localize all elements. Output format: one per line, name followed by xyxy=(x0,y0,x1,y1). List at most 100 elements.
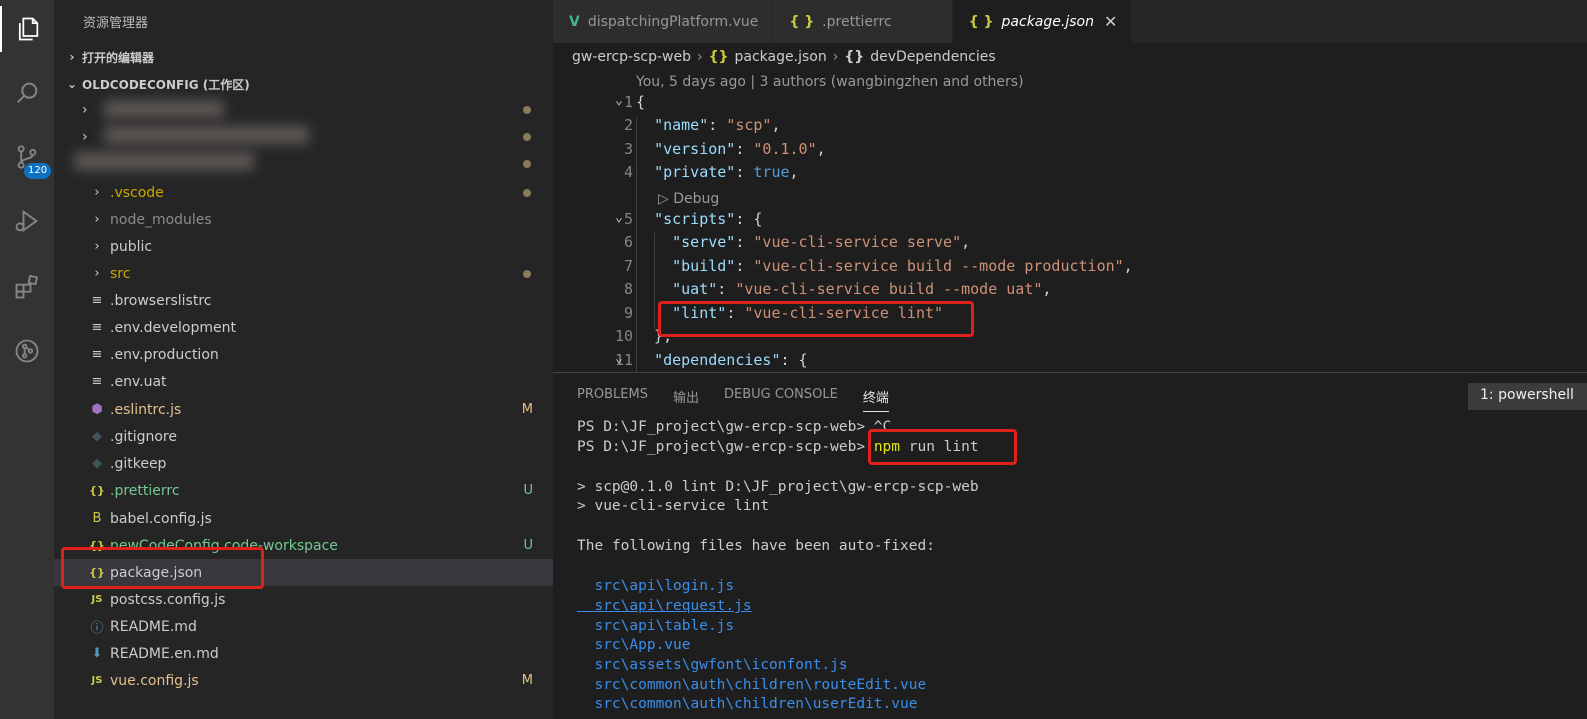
tree-item-label: public xyxy=(110,238,153,255)
search-icon[interactable] xyxy=(0,70,54,116)
tree-item[interactable]: ≡ .env.development xyxy=(54,314,553,341)
tree-item-label: README.md xyxy=(110,618,197,635)
tree-item[interactable]: ⬇ README.en.md xyxy=(54,640,553,667)
js-icon: JS xyxy=(91,594,103,605)
code-token: "build" xyxy=(672,257,736,275)
code-text: "version": "0.1.0", xyxy=(636,140,826,158)
tree-item[interactable]: ◆ .gitignore xyxy=(54,423,553,450)
terminal-select[interactable]: 1: powershell xyxy=(1468,383,1587,410)
line-number: 8 xyxy=(623,280,633,298)
js-icon: JS xyxy=(91,675,103,686)
line-number: 2 xyxy=(623,116,633,134)
line-number: 11 xyxy=(614,351,633,369)
fold-chevron-icon[interactable]: ⌄ xyxy=(615,351,623,366)
code-token: "private" xyxy=(654,163,736,181)
code-token: true xyxy=(753,163,790,181)
highlight-box xyxy=(61,547,264,589)
terminal-line[interactable]: src\assets\gwfont\iconfont.js xyxy=(577,657,847,673)
line-number: 4 xyxy=(623,163,633,181)
tree-item[interactable]: ⓘ README.md xyxy=(54,613,553,640)
tab-prettierrc[interactable]: { } .prettierrc xyxy=(773,0,953,43)
open-editors-section[interactable]: › 打开的编辑器 xyxy=(54,45,553,69)
line-number: 3 xyxy=(623,140,633,158)
sidebar-title: 资源管理器 xyxy=(83,16,149,31)
code-line: 1 ⌄ { xyxy=(553,93,1587,117)
modified-dot-icon xyxy=(523,189,531,197)
tab-output[interactable]: 输出 xyxy=(673,387,699,412)
activity-bar: 120 xyxy=(0,0,54,719)
terminal-line: > scp@0.1.0 lint D:\JF_project\gw-ercp-s… xyxy=(577,479,979,495)
explorer-icon[interactable] xyxy=(0,6,54,52)
tree-item[interactable]: ◆ .gitkeep xyxy=(54,450,553,477)
breadcrumb-root[interactable]: gw-ercp-scp-web xyxy=(572,49,691,65)
editor-tabs: V dispatchingPlatform.vue { } .prettierr… xyxy=(553,0,1587,43)
terminal-line[interactable]: src\api\request.js xyxy=(577,598,751,614)
extensions-icon[interactable] xyxy=(0,264,54,310)
git-blame-codelens[interactable]: You, 5 days ago | 3 authors (wangbingzhe… xyxy=(636,74,1024,90)
code-line: 5 ⌄ "scripts": { xyxy=(553,210,1587,234)
tree-item[interactable]: ⬢ .eslintrc.js M xyxy=(54,396,553,423)
tree-item[interactable]: ≡ .env.uat xyxy=(54,368,553,395)
tree-item[interactable]: ≡ .browserslistrc xyxy=(54,287,553,314)
code-token: "vue-cli-service serve" xyxy=(753,233,962,251)
babel-icon: B xyxy=(92,511,102,526)
tab-label: package.json xyxy=(1001,13,1094,30)
tree-item-label: postcss.config.js xyxy=(110,591,226,608)
json-icon: {} xyxy=(708,49,729,65)
tree-item[interactable]: › public xyxy=(54,233,553,260)
debug-codelens[interactable]: ▷ Debug xyxy=(658,191,719,207)
tree-item[interactable]: ≡ .env.production xyxy=(54,341,553,368)
terminal-line[interactable]: src\App.vue xyxy=(577,637,690,653)
text-file-icon: ≡ xyxy=(91,374,103,389)
tree-item[interactable]: › .vscode xyxy=(54,179,553,206)
tree-chevron[interactable]: › xyxy=(54,123,553,150)
terminal-line[interactable]: src\api\login.js xyxy=(577,578,734,594)
text-file-icon: ≡ xyxy=(91,320,103,335)
tab-dispatching-platform[interactable]: V dispatchingPlatform.vue xyxy=(553,0,774,43)
tree-item[interactable]: › node_modules xyxy=(54,206,553,233)
code-token: { xyxy=(636,93,646,111)
code-line: 3 "version": "0.1.0", xyxy=(553,140,1587,164)
tab-terminal[interactable]: 终端 xyxy=(862,387,889,412)
tree-item[interactable]: › src xyxy=(54,260,553,287)
tab-package-json[interactable]: { } package.json ✕ xyxy=(952,0,1133,43)
tree-item-label: .env.development xyxy=(110,319,236,336)
tree-chevron[interactable]: › xyxy=(54,96,553,123)
tree-item-label: .gitignore xyxy=(110,428,177,445)
tree-item[interactable]: JS vue.config.js M xyxy=(54,667,553,694)
tree-item[interactable]: JS postcss.config.js xyxy=(54,586,553,613)
run-debug-icon[interactable] xyxy=(0,198,54,244)
tree-item-label: .eslintrc.js xyxy=(110,401,182,418)
git-graph-icon[interactable] xyxy=(0,328,54,374)
terminal-line[interactable]: src\api\table.js xyxy=(577,618,734,634)
tab-problems[interactable]: PROBLEMS xyxy=(577,387,648,412)
tab-debug-console[interactable]: DEBUG CONSOLE xyxy=(724,387,838,412)
code-line: 8 "uat": "vue-cli-service build --mode u… xyxy=(553,280,1587,304)
git-status-badge: M xyxy=(521,673,533,688)
tree-item[interactable]: Bbabel.config.js xyxy=(54,505,553,532)
code-token: : { xyxy=(735,210,763,228)
terminal-prompt: PS D:\JF_project\gw-ercp-scp-web> xyxy=(577,439,874,455)
code-token: : xyxy=(735,257,754,275)
terminal-line[interactable]: src\common\auth\children\routeEdit.vue xyxy=(577,677,926,693)
terminal-line[interactable]: src\common\auth\children\userEdit.vue xyxy=(577,696,917,712)
chevron-right-icon: › xyxy=(832,49,839,65)
explorer-sidebar: 资源管理器 › 打开的编辑器 ⌄ OLDCODECONFIG (工作区) › ›… xyxy=(54,0,553,719)
text-file-icon: ≡ xyxy=(91,293,103,308)
fold-chevron-icon[interactable]: ⌄ xyxy=(615,93,623,108)
close-icon[interactable]: ✕ xyxy=(1104,12,1117,31)
breadcrumb-file[interactable]: package.json xyxy=(735,49,827,65)
workspace-label: OLDCODECONFIG (工作区) xyxy=(82,77,250,92)
workspace-section[interactable]: ⌄ OLDCODECONFIG (工作区) xyxy=(54,72,553,96)
code-token: : xyxy=(735,140,754,158)
modified-dot-icon xyxy=(523,270,531,278)
fold-chevron-icon[interactable]: ⌄ xyxy=(615,210,623,225)
source-control-icon[interactable]: 120 xyxy=(0,134,54,180)
vue-icon: V xyxy=(569,13,580,30)
code-text: "uat": "vue-cli-service build --mode uat… xyxy=(636,280,1051,298)
tree-item[interactable]: {} .prettierrc U xyxy=(54,477,553,504)
breadcrumb-node[interactable]: devDependencies xyxy=(870,49,995,65)
code-token: "version" xyxy=(654,140,736,158)
